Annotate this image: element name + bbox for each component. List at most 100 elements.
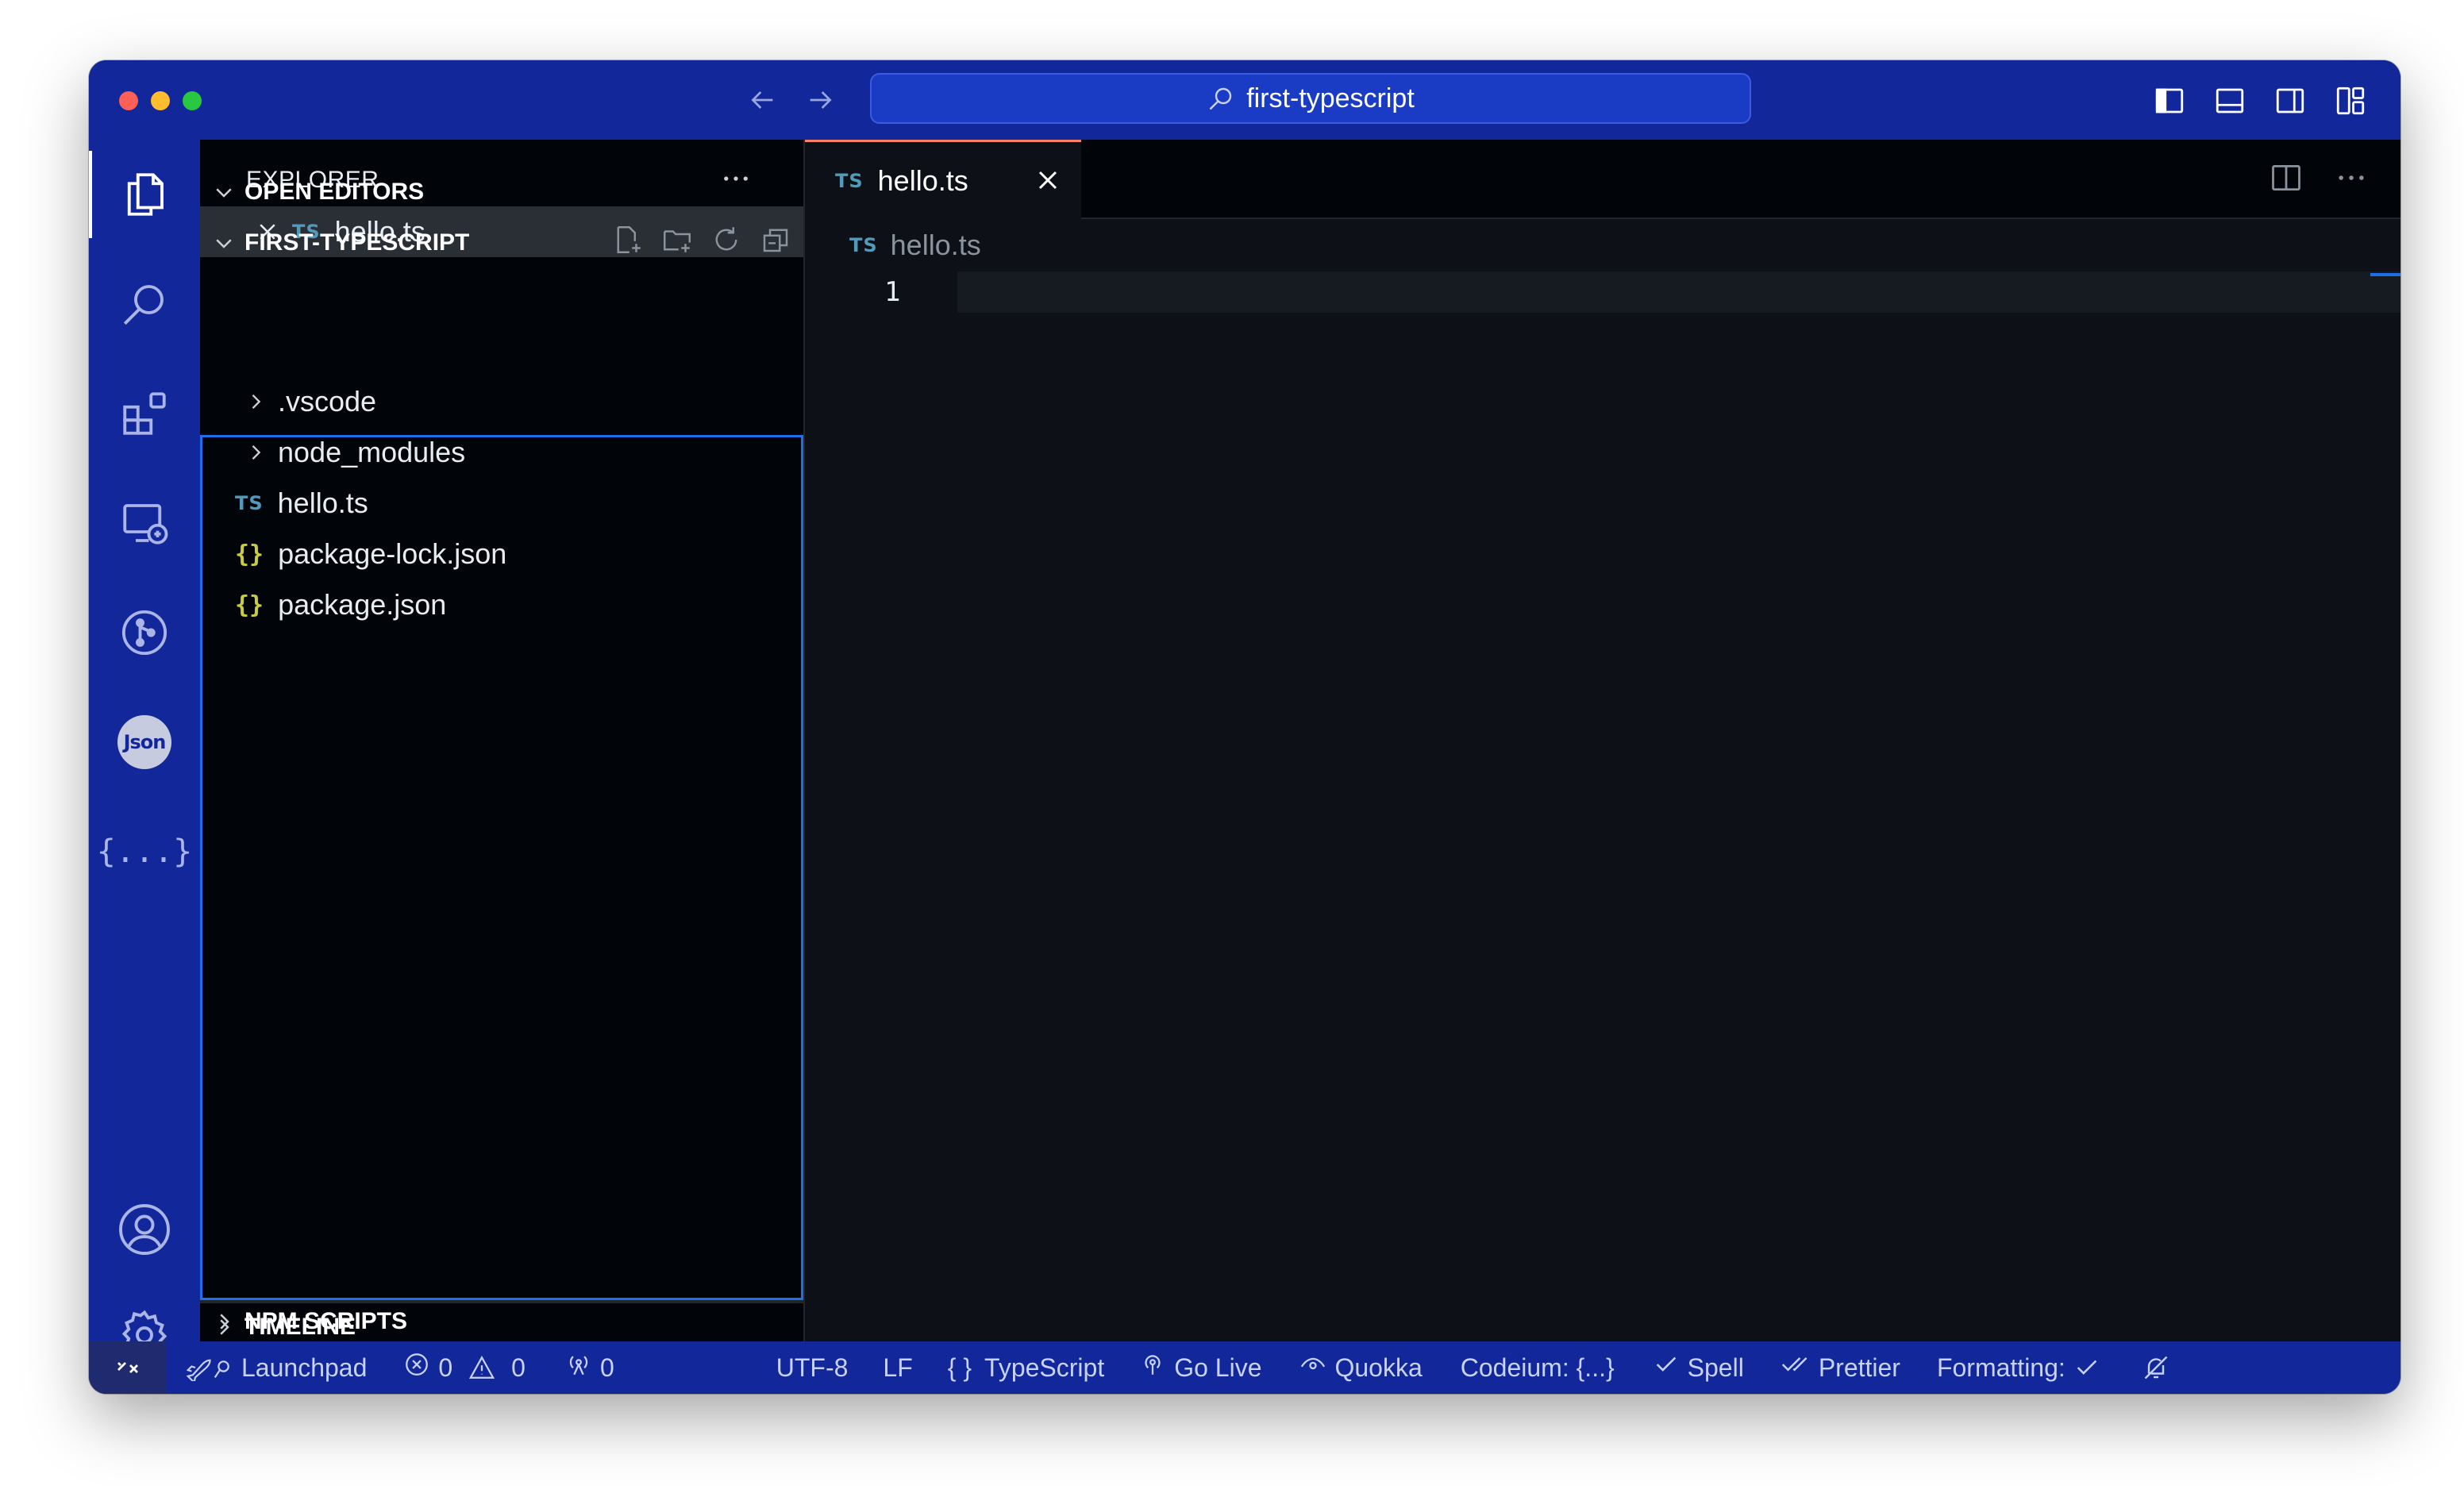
project-section-header[interactable]: FIRST-TYPESCRIPT [200,219,803,267]
new-folder-icon[interactable] [660,223,694,263]
braces-label: {...} [96,833,193,870]
file-row-hello-ts[interactable]: TS hello.ts [200,478,803,529]
problems-item[interactable]: 0 0 [403,1351,526,1384]
folder-row-vscode[interactable]: .vscode [200,376,803,427]
json-file-icon: {} [235,591,264,619]
remote-explorer-icon[interactable] [89,479,200,567]
folder-row-node-modules[interactable]: node_modules [200,427,803,478]
quokka-item[interactable]: Quokka [1299,1351,1423,1384]
toggle-secondary-sidebar-icon[interactable] [2270,81,2310,121]
braces-extension-icon[interactable]: {...} [89,808,200,895]
npm-scripts-section-header[interactable]: NPM SCRIPTS [200,1302,803,1341]
breadcrumb[interactable]: TS hello.ts [849,229,981,262]
typescript-file-icon: TS [235,492,264,514]
activity-bar: Json {...} [89,140,200,1360]
file-name: package.json [278,588,447,621]
encoding-item[interactable]: UTF-8 [776,1353,849,1383]
refresh-icon[interactable] [710,223,743,263]
ports-item[interactable]: 0 [565,1351,614,1384]
go-live-label: Go Live [1174,1353,1262,1382]
error-icon [403,1351,438,1384]
go-back-arrow-icon[interactable] [743,81,781,119]
close-window-button[interactable] [119,91,138,110]
current-line-highlight[interactable] [957,271,2400,313]
prettier-item[interactable]: Prettier [1781,1351,1900,1384]
search-icon[interactable] [89,260,200,348]
explorer-icon[interactable] [89,151,200,238]
toggle-panel-icon[interactable] [2210,81,2250,121]
collapse-all-icon[interactable] [759,223,792,263]
status-bar: Launchpad 0 0 0 UTF-8 LF { } TypeScript … [89,1341,2400,1394]
folder-name: .vscode [278,385,377,418]
maximize-window-button[interactable] [183,91,202,110]
tab-hello-ts[interactable]: TS hello.ts [805,140,1081,219]
minimize-window-button[interactable] [151,91,170,110]
chevron-down-icon [200,180,248,204]
file-name: hello.ts [277,487,368,519]
editor-actions [2269,160,2369,199]
tab-label: hello.ts [877,164,968,197]
line-number: 1 [884,276,901,308]
check-icon [1653,1351,1688,1384]
chevron-right-icon [200,1310,248,1333]
antenna-icon [565,1351,600,1384]
language-label: TypeScript [984,1353,1105,1382]
breadcrumb-file: hello.ts [890,229,981,261]
chevron-right-icon [244,441,267,464]
json-file-icon: {} [235,540,264,568]
error-count: 0 [438,1353,453,1382]
eol-item[interactable]: LF [883,1353,912,1383]
double-check-icon [1781,1351,1819,1384]
customize-layout-icon[interactable] [2331,81,2370,121]
editor-area: TS hello.ts TS hello.ts 1 [805,140,2400,1341]
vscode-window: first-typescript Json {...} EXPLORER OPE… [89,60,2400,1394]
spell-label: Spell [1687,1353,1744,1382]
spell-item[interactable]: Spell [1653,1351,1744,1384]
codeium-item[interactable]: Codeium: {...} [1461,1353,1615,1383]
command-center-search[interactable]: first-typescript [870,73,1751,124]
formatting-item[interactable]: Formatting: [1937,1353,2108,1383]
search-icon [1207,84,1235,113]
toggle-primary-sidebar-icon[interactable] [2150,81,2189,121]
typescript-file-icon: TS [849,234,878,256]
braces-icon: { } [947,1353,972,1382]
codeium-label: Codeium: {...} [1460,1353,1615,1382]
remote-indicator-icon[interactable] [89,1341,167,1394]
npm-scripts-label: NPM SCRIPTS [244,1308,408,1334]
formatting-label: Formatting: [1936,1353,2066,1382]
project-label: FIRST-TYPESCRIPT [244,229,470,256]
language-mode-item[interactable]: { } TypeScript [948,1353,1104,1383]
command-center-label: first-typescript [1246,83,1415,114]
file-row-package-json[interactable]: {} package.json [200,579,803,630]
source-control-icon[interactable] [89,589,200,676]
encoding-label: UTF-8 [776,1353,849,1382]
tab-bar: TS hello.ts [805,140,2400,219]
split-editor-icon[interactable] [2269,160,2304,199]
prettier-label: Prettier [1818,1353,1900,1382]
quokka-label: Quokka [1334,1353,1423,1382]
notifications-muted-icon[interactable] [2142,1353,2178,1382]
close-icon[interactable] [1032,164,1064,203]
eol-label: LF [883,1353,913,1382]
launchpad-item[interactable]: Launchpad [184,1353,367,1383]
extensions-icon[interactable] [89,370,200,457]
more-actions-icon[interactable] [2334,160,2369,199]
new-file-icon[interactable] [611,223,645,263]
chevron-down-icon [200,231,248,255]
json-badge: Json [117,715,171,769]
accounts-icon[interactable] [89,1186,200,1273]
title-bar: first-typescript [89,60,2400,140]
go-forward-arrow-icon[interactable] [802,81,840,119]
go-live-item[interactable]: Go Live [1139,1351,1261,1384]
typescript-file-icon: TS [835,169,864,192]
file-name: package-lock.json [278,537,507,570]
launchpad-label: Launchpad [241,1353,368,1382]
broadcast-icon [1139,1351,1174,1384]
check-icon [2073,1354,2108,1381]
warning-count: 0 [511,1353,526,1382]
chevron-right-icon [244,391,267,413]
project-actions [611,223,792,263]
ports-count: 0 [599,1353,614,1382]
file-row-package-lock[interactable]: {} package-lock.json [200,529,803,579]
json-extension-icon[interactable]: Json [89,698,200,786]
